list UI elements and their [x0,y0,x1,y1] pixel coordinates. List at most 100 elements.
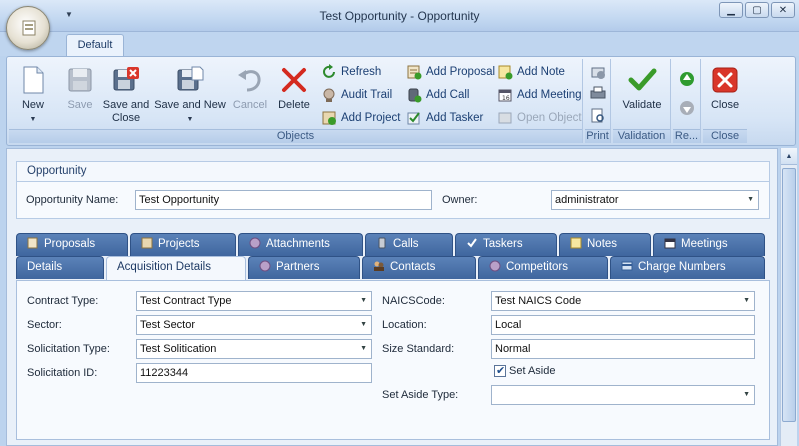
new-document-icon [23,66,44,94]
validate-button[interactable]: Validate [617,61,667,127]
minimize-button[interactable]: ▁ [719,2,743,18]
vertical-scrollbar[interactable]: ▲ [780,148,797,446]
tab-details[interactable]: Details [16,256,104,279]
naics-code-select[interactable]: Test NAICS Code ▼ [491,291,755,311]
add-note-button[interactable]: Add Note [497,62,565,82]
set-aside-checkbox[interactable]: ✔ [494,365,506,377]
save-and-new-label: Save and New [154,99,226,111]
opportunity-name-label: Opportunity Name: [26,194,119,206]
add-tasker-button[interactable]: Add Tasker [406,108,483,128]
add-meeting-icon: 16 [498,89,512,102]
tab-calls-label: Calls [393,238,419,250]
tab-acquisition-details-label: Acquisition Details [117,261,211,273]
opportunity-name-input[interactable]: Test Opportunity [135,190,432,210]
refresh-icon [323,64,335,78]
close-group-label: Close [703,129,747,143]
chevron-down-icon[interactable]: ▼ [743,386,750,404]
tab-projects[interactable]: Projects [130,233,236,256]
set-aside-type-select[interactable]: ▼ [491,385,755,405]
save-and-new-button[interactable]: Save and New ▼ [153,61,227,127]
notes-icon [570,237,582,249]
set-aside-label[interactable]: Set Aside [509,365,555,377]
close-window-button[interactable]: ✕ [771,2,795,18]
save-and-close-button[interactable]: Save and Close [101,61,151,127]
chevron-down-icon[interactable]: ▼ [360,292,367,310]
tab-notes[interactable]: Notes [559,233,651,256]
add-proposal-button[interactable]: Add Proposal [406,62,495,82]
maximize-button[interactable]: ▢ [745,2,769,18]
naics-code-value: Test NAICS Code [495,295,582,307]
tab-proposals-label: Proposals [44,238,96,250]
location-input[interactable]: Local [491,315,755,335]
tab-attachments[interactable]: Attachments [238,233,363,256]
open-object-label: Open Object [517,112,582,124]
save-and-close-label-2: Close [111,112,141,124]
undo-arrow-icon [238,70,261,92]
add-call-button[interactable]: Add Call [406,85,469,105]
ribbon-tab-default[interactable]: Default [66,34,124,56]
delete-button[interactable]: Delete [275,61,313,127]
size-standard-input[interactable]: Normal [491,339,755,359]
add-project-button[interactable]: Add Project [321,108,400,128]
tab-proposals[interactable]: Proposals [16,233,128,256]
solicitation-type-select[interactable]: Test Solitication ▼ [136,339,372,359]
open-object-button[interactable]: Open Object [497,108,582,128]
chevron-down-icon[interactable]: ▼ [743,292,750,310]
open-object-icon [498,112,512,124]
objects-group-label: Objects [9,129,582,143]
ribbon-group-objects: New ▼ Save Save and Close Save and New ▼… [9,59,583,143]
tab-calls[interactable]: Calls [365,233,453,256]
refresh-group-label[interactable]: Re... [673,129,700,143]
chevron-down-icon[interactable]: ▼ [747,191,754,209]
chevron-down-icon[interactable]: ▼ [360,316,367,334]
chevron-down-icon[interactable]: ▼ [360,340,367,358]
tab-meetings-label: Meetings [681,238,728,250]
window-controls: ▁ ▢ ✕ [719,2,795,18]
ribbon-group-validation: Validate Validation [613,59,671,143]
audit-trail-button[interactable]: Audit Trail [321,85,392,105]
refresh-label: Refresh [341,66,382,78]
app-logo-icon [22,20,36,36]
tab-partners[interactable]: Partners [248,256,360,279]
partners-icon [259,260,271,272]
owner-label: Owner: [442,194,478,206]
close-button[interactable]: Close [706,61,744,127]
tab-taskers[interactable]: Taskers [455,233,557,256]
tab-meetings[interactable]: Meetings [653,233,765,256]
print-group-label[interactable]: Print [585,129,610,143]
add-note-label: Add Note [517,66,565,78]
tab-projects-label: Projects [158,238,200,250]
audit-trail-icon [323,88,335,102]
tab-charge-numbers[interactable]: Charge Numbers [610,256,765,279]
sector-select[interactable]: Test Sector ▼ [136,315,372,335]
add-proposal-icon [407,65,422,80]
move-up-icon[interactable] [678,70,696,88]
owner-select[interactable]: administrator ▼ [551,190,759,210]
add-call-icon [408,88,422,103]
new-button[interactable]: New ▼ [15,61,51,127]
validation-group-label: Validation [613,129,670,143]
add-meeting-button[interactable]: 16 Add Meeting [497,85,582,105]
scroll-thumb[interactable] [782,168,796,422]
save-and-new-dropdown-icon[interactable]: ▼ [153,113,227,126]
tab-acquisition-details[interactable]: Acquisition Details [106,256,246,281]
cancel-button[interactable]: Cancel [231,61,269,127]
save-button[interactable]: Save [61,61,99,127]
sector-value: Test Sector [140,319,196,331]
scroll-up-icon[interactable]: ▲ [781,148,797,165]
owner-value: administrator [555,194,619,206]
tab-competitors[interactable]: Competitors [478,256,608,279]
printer-icon[interactable] [589,85,607,103]
print-preview-icon[interactable] [589,107,607,125]
tab-details-label: Details [27,261,63,273]
move-down-icon[interactable] [678,99,696,117]
size-standard-label: Size Standard: [382,343,455,355]
tab-contacts[interactable]: Contacts [362,256,476,279]
refresh-button[interactable]: Refresh [321,62,381,82]
application-menu-button[interactable] [6,6,50,50]
new-dropdown-icon[interactable]: ▼ [15,113,51,126]
print-settings-icon[interactable] [589,63,607,81]
solicitation-id-input[interactable]: 11223344 [136,363,372,383]
contract-type-select[interactable]: Test Contract Type ▼ [136,291,372,311]
tab-notes-label: Notes [587,238,618,250]
